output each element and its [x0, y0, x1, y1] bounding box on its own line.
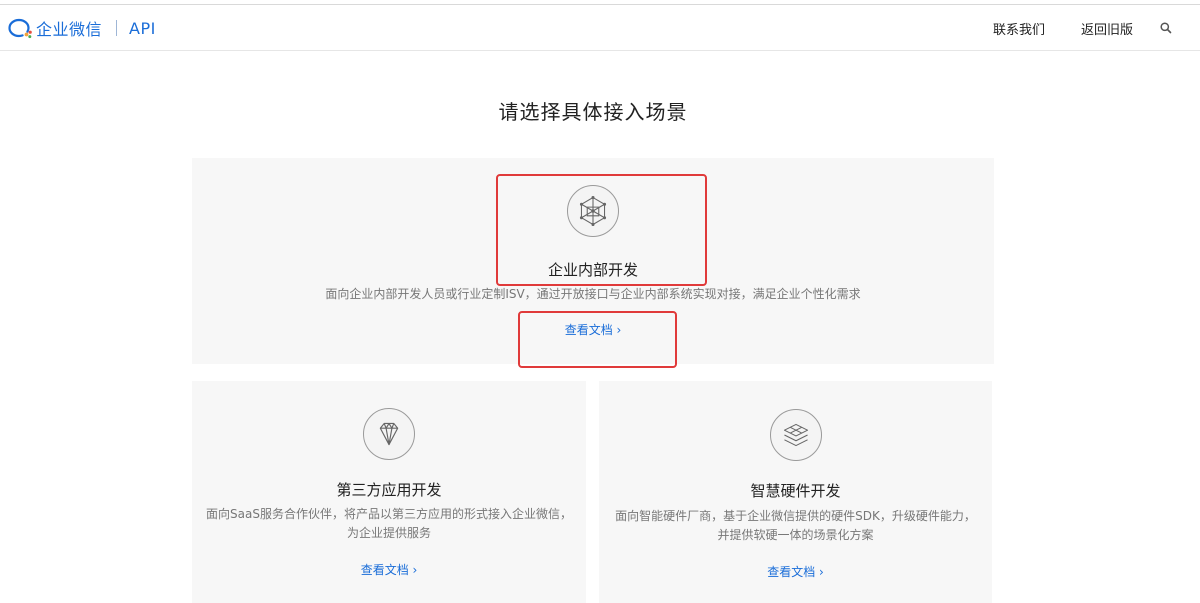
card-third-party-development: 第三方应用开发 面向SaaS服务合作伙伴，将产品以第三方应用的形式接入企业微信，…: [192, 381, 586, 603]
brand-api-label: API: [129, 18, 156, 38]
diamond-icon: [363, 408, 415, 460]
page-title: 请选择具体接入场景: [498, 100, 688, 124]
card-internal-desc: 面向企业内部开发人员或行业定制ISV，通过开放接口与企业内部系统实现对接，满足企…: [325, 287, 861, 301]
search-icon[interactable]: [1159, 21, 1173, 35]
card-third-party-desc-line2: 为企业提供服务: [346, 526, 431, 540]
card-third-party-desc-line1: 面向SaaS服务合作伙伴，将产品以第三方应用的形式接入企业微信，: [206, 507, 572, 521]
highlight-box-title: [496, 174, 707, 286]
brand-name: 企业微信: [36, 20, 103, 39]
hardware-view-docs-link[interactable]: 查看文档 ›: [599, 563, 992, 580]
highlight-box-link: [518, 311, 677, 368]
brand[interactable]: 企业微信 API: [6, 17, 156, 39]
third-party-view-docs-link[interactable]: 查看文档 ›: [192, 561, 586, 578]
nav-contact-link[interactable]: 联系我们: [993, 19, 1045, 38]
brand-divider: [116, 20, 118, 36]
card-hardware-desc-line2: 并提供软硬一体的场景化方案: [717, 528, 874, 542]
card-hardware-title: 智慧硬件开发: [750, 482, 841, 500]
card-third-party-title: 第三方应用开发: [336, 481, 442, 499]
nav-old-version-link[interactable]: 返回旧版: [1081, 19, 1133, 38]
top-header: 企业微信 API 联系我们 返回旧版: [0, 5, 1200, 51]
card-hardware-desc-line1: 面向智能硬件厂商，基于企业微信提供的硬件SDK，升级硬件能力，: [615, 509, 976, 523]
wecom-logo-icon: [8, 18, 32, 39]
layers-icon: [770, 409, 822, 461]
card-smart-hardware-development: 智慧硬件开发 面向智能硬件厂商，基于企业微信提供的硬件SDK，升级硬件能力， 并…: [599, 381, 992, 603]
